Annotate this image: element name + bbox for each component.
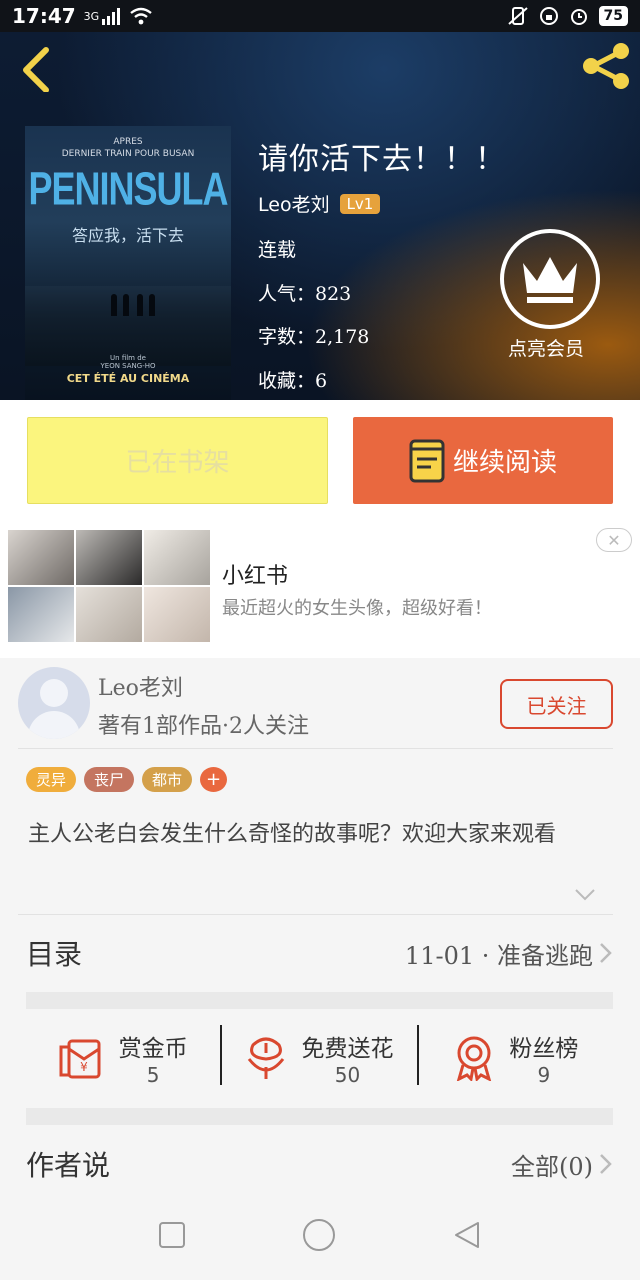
tag[interactable]: 丧尸	[84, 767, 135, 792]
ad-close-button[interactable]: ✕	[596, 528, 632, 552]
avatar[interactable]	[18, 667, 90, 739]
author-says-all[interactable]: 全部(0)	[511, 1147, 613, 1182]
avatar-head	[40, 679, 68, 707]
section-gap	[26, 992, 613, 1009]
chevron-right-icon	[600, 943, 612, 963]
stat-label: 免费送花	[301, 1036, 394, 1062]
cover-title: PENINSULA	[28, 161, 228, 215]
fan-rank-stat[interactable]: 粉丝榜 9	[419, 1025, 613, 1091]
book-cover: APRES DERNIER TRAIN POUR BUSAN PENINSULA…	[25, 126, 231, 400]
follow-button[interactable]: 已关注	[500, 679, 613, 729]
battery-indicator: 75	[598, 6, 628, 26]
divider	[18, 914, 613, 915]
cover-figure	[137, 294, 143, 316]
ad-thumbnail	[8, 587, 74, 642]
status-bar: 17:47 3G 75	[0, 0, 640, 32]
crown-icon	[523, 257, 577, 303]
tag-list: 灵异 丧尸 都市 +	[26, 767, 228, 792]
ad-title: 小红书	[222, 564, 289, 589]
latest-chapter: 11-01 · 准备逃跑	[404, 941, 593, 970]
wifi-icon	[130, 7, 152, 25]
on-shelf-button[interactable]: 已在书架	[27, 417, 328, 504]
tag[interactable]: 都市	[142, 767, 193, 792]
alarm-icon	[570, 9, 587, 25]
vip-label[interactable]: 点亮会员	[508, 334, 584, 361]
stat-value: 5	[146, 1063, 160, 1087]
chevron-down-icon[interactable]	[574, 888, 596, 902]
continue-reading-button[interactable]: 继续阅读	[353, 417, 613, 504]
author-name[interactable]: Leo老刘	[98, 670, 183, 702]
book-status: 连载	[258, 239, 297, 261]
network-indicator: 3G	[83, 9, 100, 23]
ad-thumbnail	[144, 530, 210, 585]
stat-label: 赏金币	[118, 1036, 188, 1062]
signal-icon	[102, 8, 121, 25]
stats-bar: ¥ 赏金币 5 免费送花 50 粉丝榜 9	[26, 1025, 613, 1091]
cover-credit: Un film de YEON SANG-HO	[100, 354, 156, 370]
ad-banner[interactable]: 小红书 最近超火的女生头像，超级好看！ ✕	[0, 522, 640, 658]
stat-value: 50	[334, 1063, 361, 1087]
book-description: 主人公老白会发生什么奇怪的故事呢？欢迎大家来观看	[28, 822, 557, 847]
cover-figure	[149, 294, 155, 316]
author-says-row[interactable]: 作者说 全部(0)	[26, 1130, 613, 1198]
back-icon[interactable]	[14, 44, 58, 92]
ad-image-grid	[8, 530, 210, 642]
book-popularity: 人气：823	[258, 283, 352, 305]
vibrate-icon	[507, 7, 528, 25]
recent-apps-icon[interactable]	[158, 1221, 186, 1249]
cover-release: CET ÉTÉ AU CINÉMA	[66, 372, 190, 385]
svg-text:¥: ¥	[80, 1060, 88, 1074]
book-favorites: 收藏：6	[258, 370, 328, 392]
red-envelope-icon: ¥	[59, 1039, 101, 1079]
free-flower-stat[interactable]: 免费送花 50	[222, 1025, 416, 1091]
ad-thumbnail	[76, 530, 142, 585]
stat-label: 粉丝榜	[509, 1036, 579, 1062]
reward-coin-stat[interactable]: ¥ 赏金币 5	[26, 1025, 220, 1091]
book-word-count: 字数：2,178	[258, 326, 370, 348]
author-line: Leo老刘 Lv1	[258, 190, 381, 217]
divider	[18, 748, 613, 749]
ad-thumbnail	[76, 587, 142, 642]
system-nav-bar	[0, 1190, 640, 1280]
author-says-label: 作者说	[26, 1149, 111, 1182]
share-icon[interactable]	[580, 40, 632, 92]
add-tag-button[interactable]: +	[200, 767, 228, 792]
catalog-row[interactable]: 目录 11-01 · 准备逃跑	[26, 916, 613, 990]
lock-rotation-icon	[539, 7, 558, 25]
cover-figure	[111, 294, 117, 316]
cover-subtitle: 答应我，活下去	[71, 226, 184, 245]
stat-value: 9	[537, 1063, 551, 1087]
vip-button[interactable]	[500, 229, 600, 329]
book-author[interactable]: Leo老刘	[258, 190, 330, 217]
catalog-label: 目录	[26, 938, 83, 971]
medal-icon	[457, 1036, 492, 1081]
cover-top-text: APRES DERNIER TRAIN POUR BUSAN	[61, 137, 195, 159]
cover-figure	[123, 294, 129, 316]
continue-reading-label: 继续阅读	[452, 448, 557, 478]
ad-thumbnail	[8, 530, 74, 585]
avatar-body	[28, 711, 80, 739]
catalog-latest: 11-01 · 准备逃跑	[405, 936, 613, 971]
book-icon	[409, 439, 445, 482]
status-time: 17:47	[12, 4, 76, 28]
flower-icon	[248, 1037, 285, 1079]
level-badge: Lv1	[339, 193, 381, 214]
tag[interactable]: 灵异	[26, 767, 77, 792]
ad-description: 最近超火的女生头像，超级好看！	[222, 598, 492, 619]
home-icon[interactable]	[302, 1218, 336, 1252]
book-title: 请你活下去！！！	[258, 142, 506, 177]
author-says-count: 全部(0)	[511, 1152, 593, 1181]
section-gap	[26, 1108, 613, 1125]
chevron-right-icon	[600, 1154, 612, 1174]
back-nav-icon[interactable]	[452, 1220, 482, 1250]
ad-thumbnail	[144, 587, 210, 642]
author-meta: 著有1部作品·2人关注	[98, 714, 309, 739]
